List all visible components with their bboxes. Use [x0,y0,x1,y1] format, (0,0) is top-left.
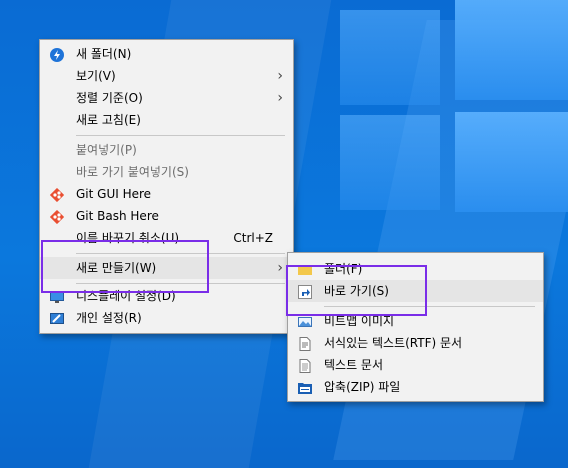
display-settings-icon [50,289,64,303]
wallpaper-window-pane [340,115,440,210]
new-folder-icon [50,47,64,62]
personalize-icon [50,311,64,325]
menu-separator [76,283,285,284]
menu-item-git-bash[interactable]: Git Bash Here [40,205,293,227]
menu-item-new[interactable]: 새로 만들기(W) › [40,257,293,279]
rtf-document-icon [298,336,312,351]
submenu-item-rtf[interactable]: 서식있는 텍스트(RTF) 문서 [288,332,543,354]
zip-folder-icon [298,380,312,394]
menu-item-paste[interactable]: 붙여넣기(P) [40,139,293,161]
menu-item-new-folder[interactable]: 새 폴더(N) [40,43,293,65]
folder-icon [298,262,312,276]
menu-item-sort-by[interactable]: 정렬 기준(O) › [40,87,293,109]
text-document-icon [298,358,312,373]
git-icon [49,209,65,225]
submenu-item-shortcut[interactable]: 바로 가기(S) [288,280,543,302]
shortcut-label: Ctrl+Z [233,231,273,245]
menu-separator [324,306,535,307]
menu-item-undo-rename[interactable]: 이름 바꾸기 취소(U) Ctrl+Z [40,227,293,249]
chevron-right-icon: › [277,260,283,276]
menu-item-paste-shortcut[interactable]: 바로 가기 붙여넣기(S) [40,161,293,183]
submenu-item-bitmap[interactable]: 비트맵 이미지 [288,310,543,332]
menu-item-git-gui[interactable]: Git GUI Here [40,183,293,205]
wallpaper-window-pane [340,10,440,105]
menu-separator [76,135,285,136]
git-icon [49,187,65,203]
new-submenu: 폴더(F) 바로 가기(S) 비트맵 이미지 서식있는 텍스트(RTF) 문서 … [287,252,544,402]
submenu-item-text[interactable]: 텍스트 문서 [288,354,543,376]
chevron-right-icon: › [277,90,283,106]
menu-item-personalize[interactable]: 개인 설정(R) [40,307,293,329]
menu-item-view[interactable]: 보기(V) › [40,65,293,87]
chevron-right-icon: › [277,68,283,84]
menu-item-display-settings[interactable]: 디스플레이 설정(D) [40,285,293,307]
menu-item-refresh[interactable]: 새로 고침(E) [40,109,293,131]
bitmap-icon [298,314,312,328]
submenu-item-folder[interactable]: 폴더(F) [288,258,543,280]
menu-separator [76,253,285,254]
desktop-context-menu: 새 폴더(N) 보기(V) › 정렬 기준(O) › 새로 고침(E) 붙여넣기… [39,39,294,334]
wallpaper-window-pane [455,0,568,100]
shortcut-icon [298,284,312,299]
wallpaper-window-pane [455,112,568,212]
submenu-item-zip[interactable]: 압축(ZIP) 파일 [288,376,543,398]
